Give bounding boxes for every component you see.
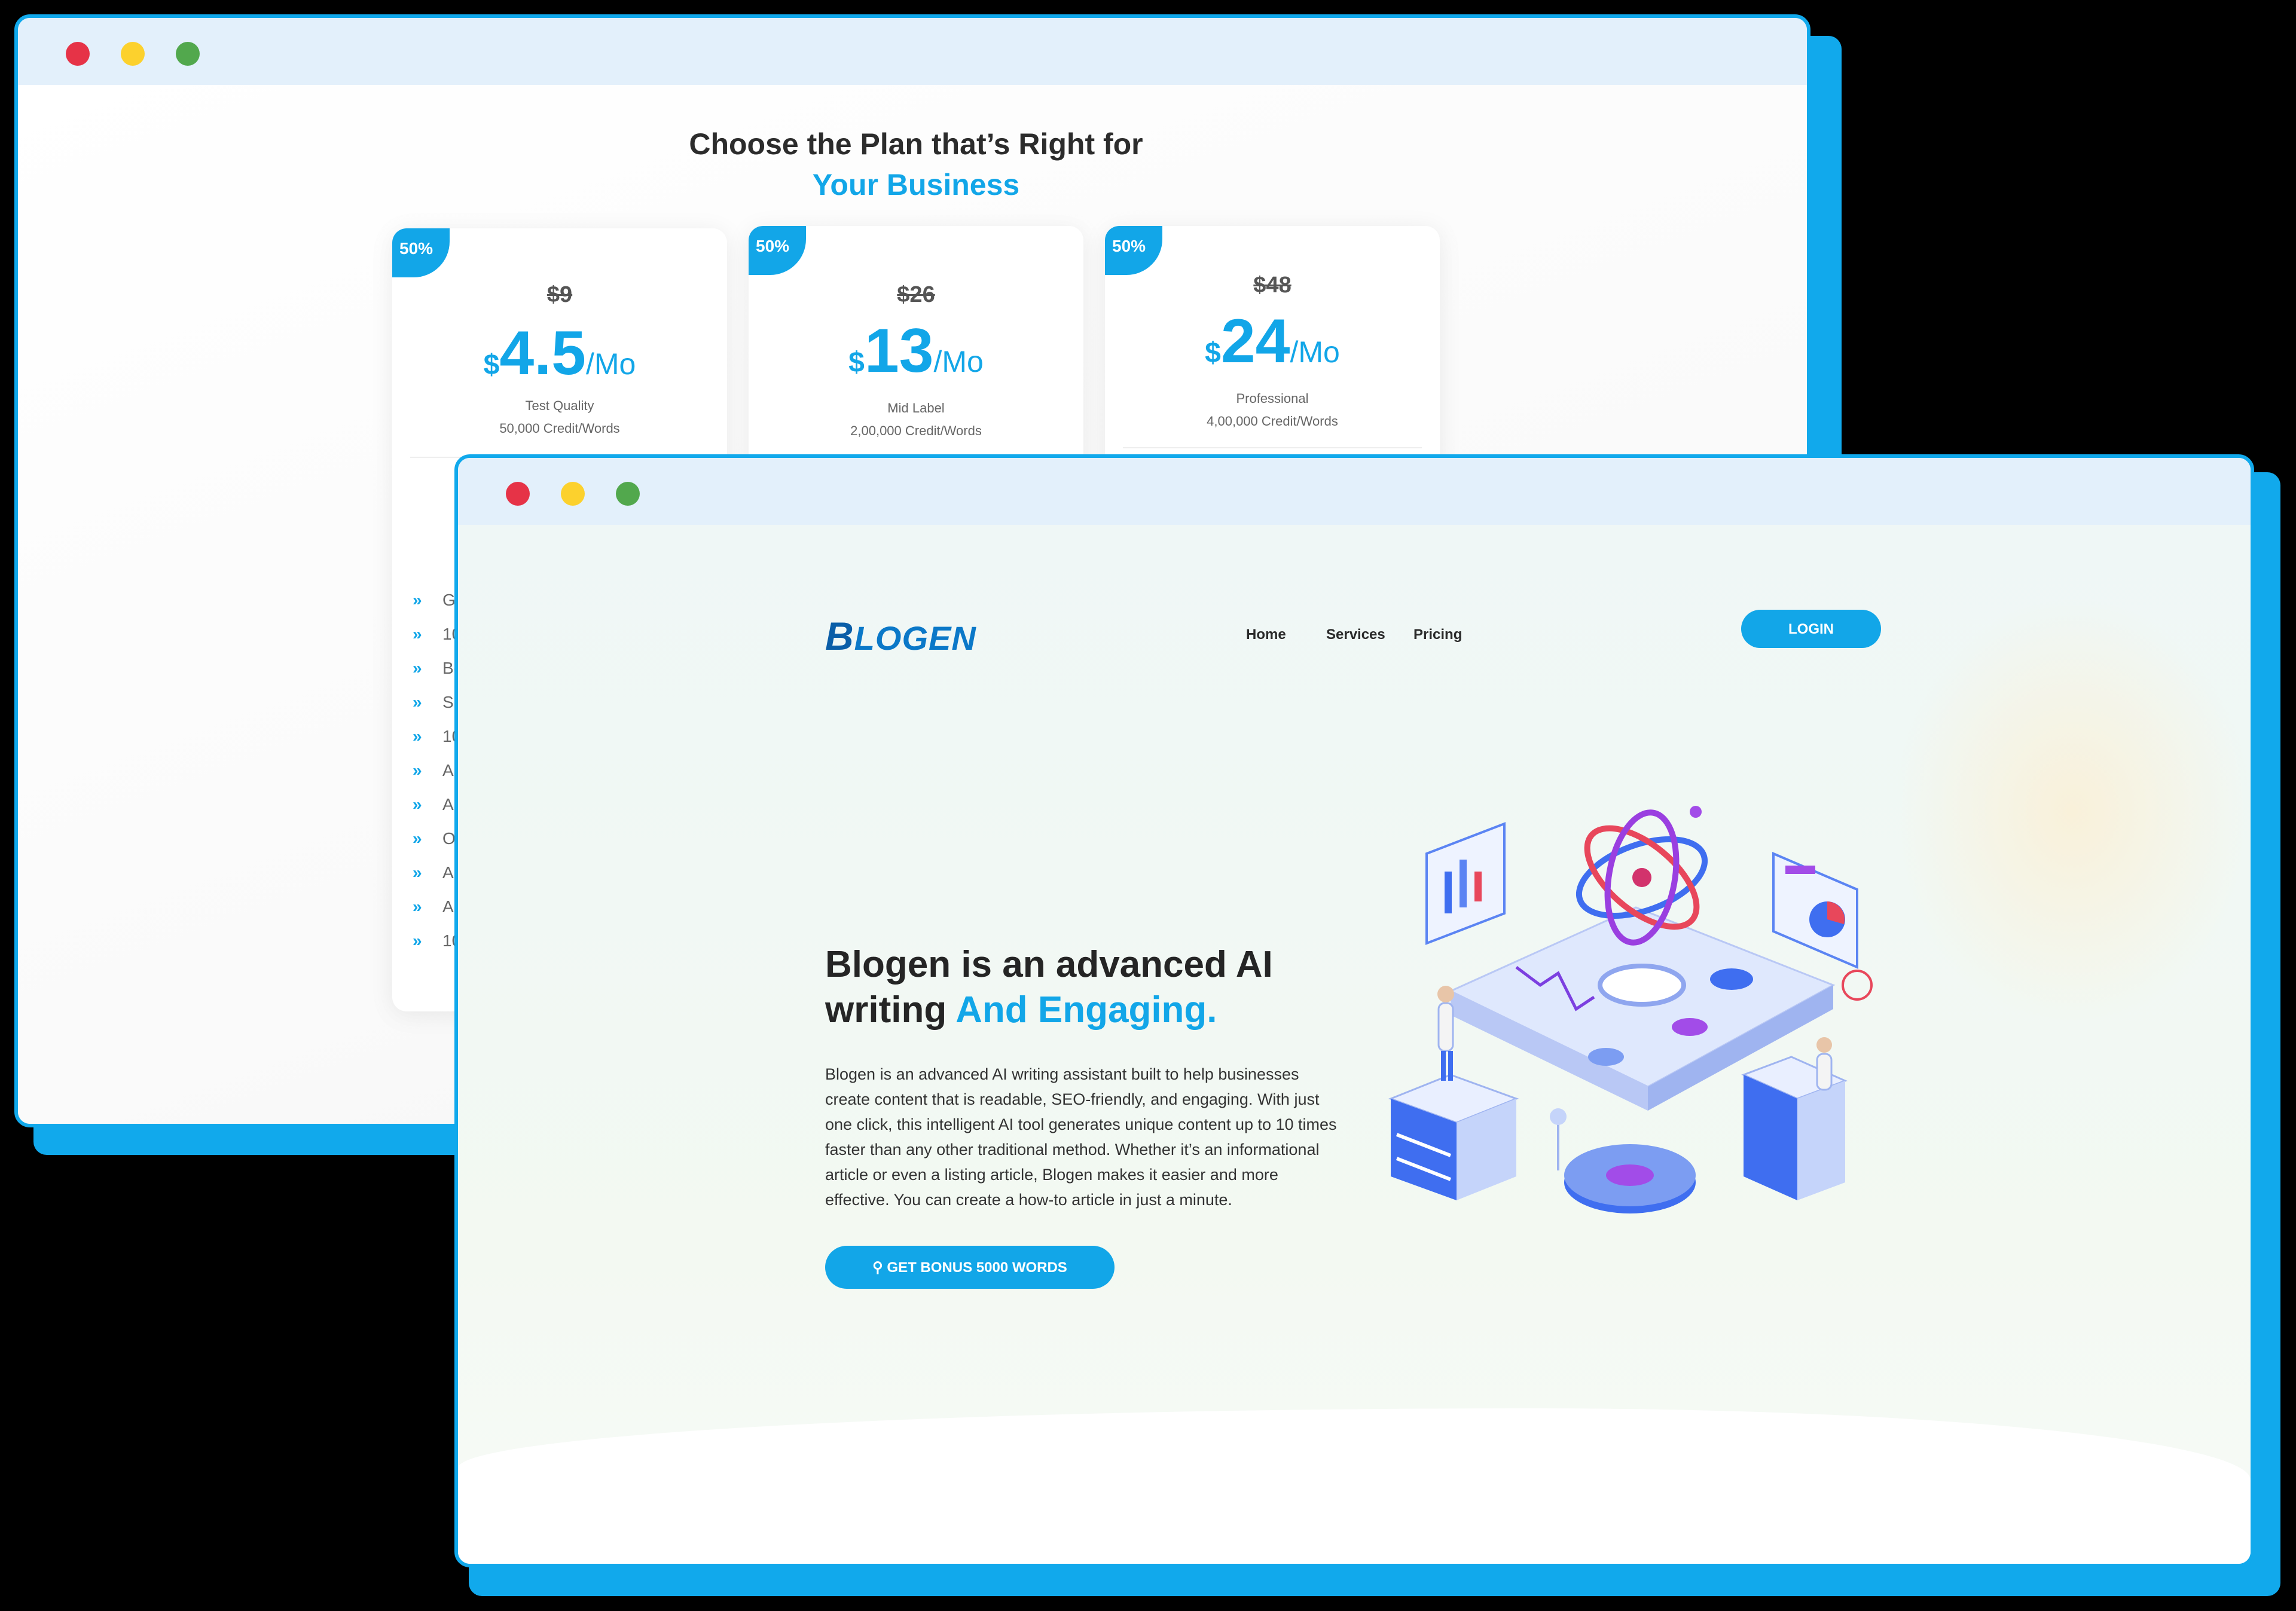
background-wave (458, 1408, 2251, 1564)
plan-tier: Mid Label (887, 401, 945, 415)
pricing-heading: Choose the Plan that’s Right for (689, 127, 1143, 161)
chevron-right-icon: » (413, 863, 422, 882)
plan-credits: 2,00,000 Credit/Words (850, 423, 982, 438)
hero-window: BLOGEN Home Services Pricing LOGIN Bloge… (454, 454, 2254, 1567)
hero-title: Blogen is an advanced AI writing And Eng… (825, 944, 1273, 1031)
list-item: » Si (413, 693, 457, 711)
chevron-right-icon: » (413, 931, 422, 950)
chevron-right-icon: » (413, 659, 422, 677)
window-titlebar (18, 18, 1807, 85)
chevron-right-icon: » (413, 591, 422, 609)
maximize-dot[interactable] (616, 482, 640, 506)
lightbulb-icon: ⚲ (872, 1260, 887, 1276)
chevron-right-icon: » (413, 625, 422, 643)
old-price: $48 (1253, 273, 1292, 298)
chevron-right-icon: » (413, 727, 422, 745)
background-glow (1893, 597, 2251, 1027)
maximize-dot[interactable] (176, 42, 200, 66)
price: $24/Mo (1205, 307, 1340, 376)
price: $4.5/Mo (483, 319, 636, 388)
list-item: » 10 (413, 727, 462, 745)
minimize-dot[interactable] (121, 42, 145, 66)
discount-badge: 50% (749, 226, 806, 275)
plan-credits: 50,000 Credit/Words (499, 421, 620, 436)
pricing-subheading: Your Business (812, 168, 1020, 201)
discount-badge: 50% (392, 228, 450, 277)
hero-section: BLOGEN Home Services Pricing LOGIN Bloge… (458, 525, 2251, 1564)
list-item: » 10 (413, 931, 462, 950)
chevron-right-icon: » (413, 693, 422, 711)
login-button[interactable]: LOGIN (1741, 610, 1881, 648)
chevron-right-icon: » (413, 795, 422, 814)
plan-credits: 4,00,000 Credit/Words (1207, 414, 1338, 429)
nav-home[interactable]: Home (1246, 626, 1286, 643)
get-bonus-button[interactable]: ⚲ GET BONUS 5000 WORDS (825, 1246, 1115, 1289)
list-item: » Gl (413, 591, 459, 609)
list-item: » 10 (413, 625, 462, 643)
ai-platform-illustration (1388, 806, 1873, 1213)
minimize-dot[interactable] (561, 482, 585, 506)
divider (1123, 447, 1422, 448)
window-titlebar (458, 458, 2251, 525)
nav-services[interactable]: Services (1326, 626, 1385, 643)
close-dot[interactable] (506, 482, 530, 506)
plan-tier: Professional (1236, 391, 1309, 406)
old-price: $9 (546, 282, 573, 307)
chevron-right-icon: » (413, 761, 422, 779)
close-dot[interactable] (66, 42, 90, 66)
blogen-logo[interactable]: BLOGEN (825, 613, 976, 659)
plan-tier: Test Quality (525, 398, 594, 413)
discount-badge: 50% (1105, 226, 1162, 275)
nav-pricing[interactable]: Pricing (1413, 626, 1462, 643)
old-price: $26 (897, 282, 935, 307)
chevron-right-icon: » (413, 829, 422, 848)
chevron-right-icon: » (413, 897, 422, 916)
hero-description: Blogen is an advanced AI writing assista… (825, 1065, 1337, 1209)
price: $13/Mo (848, 316, 984, 386)
